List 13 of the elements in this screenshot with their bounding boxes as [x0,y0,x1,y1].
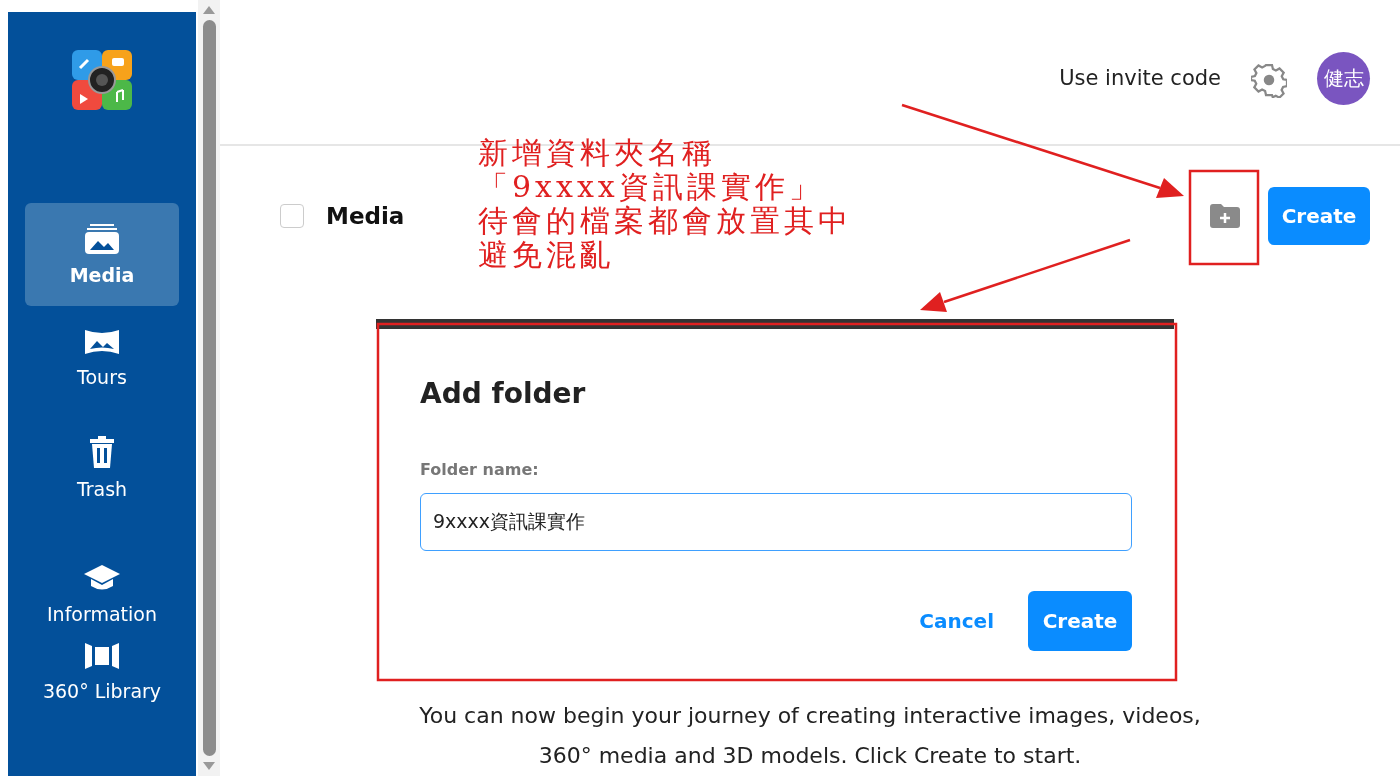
empty-state-message: You can now begin your journey of creating interactive images, videos, 360° media and 3D models. Click Create to start. [418,702,1202,770]
invite-code-link[interactable]: Use invite code [1059,66,1221,90]
folder-name-field[interactable]: 9xxxx資訊課實作 [420,493,1132,551]
section-title: Media [326,202,405,229]
sidebar-item[interactable]: Information [25,522,179,642]
sidebar-item[interactable]: Tours [25,306,179,414]
sidebar-item[interactable]: Trash [25,414,179,522]
sidebar-item[interactable]: 360° Library [25,642,179,752]
field-label: Folder name: [420,460,540,479]
user-avatar[interactable]: 健志 [1317,52,1370,105]
dialog-title: Add folder [420,377,587,410]
annotation-text: 新增資料夾名稱 「9xxxx資訊課實作」 待會的檔案都會放置其中 避免混亂 [478,136,852,272]
sidebar-item[interactable]: Media [25,203,179,306]
